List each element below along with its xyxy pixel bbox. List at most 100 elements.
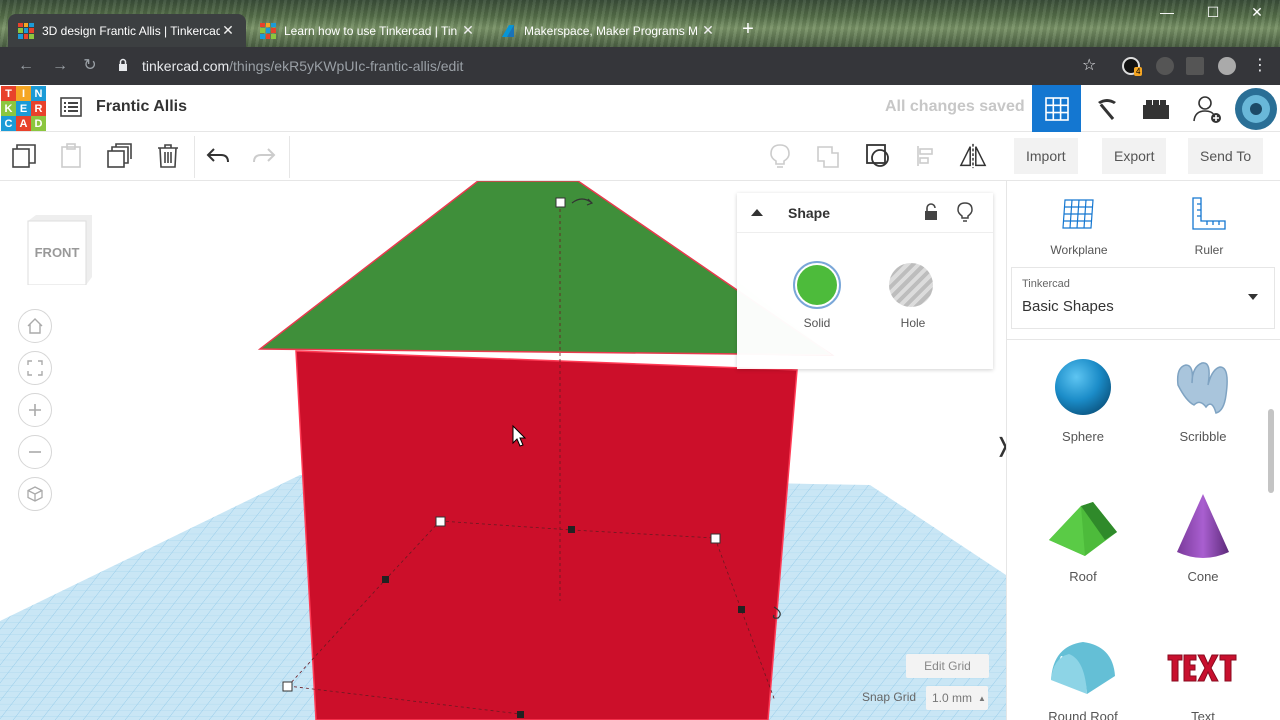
shape-sphere[interactable]: Sphere bbox=[1033, 345, 1133, 444]
close-tab-icon[interactable]: ✕ bbox=[460, 22, 476, 39]
minus-icon bbox=[29, 451, 41, 453]
import-button[interactable]: Import bbox=[1014, 138, 1078, 174]
lightbulb-icon[interactable] bbox=[957, 202, 973, 222]
shape-label: Scribble bbox=[1179, 429, 1227, 444]
close-tab-icon[interactable]: ✕ bbox=[700, 22, 716, 39]
house-box[interactable] bbox=[295, 350, 798, 720]
ungroup-button[interactable] bbox=[864, 142, 892, 170]
close-window-icon[interactable]: ✕ bbox=[1234, 4, 1280, 26]
ruler-tool[interactable]: Ruler bbox=[1164, 195, 1254, 257]
resize-handle[interactable] bbox=[555, 197, 566, 208]
hole-swatch[interactable] bbox=[889, 263, 933, 307]
shape-cone[interactable]: Cone bbox=[1153, 485, 1253, 584]
fit-view-button[interactable] bbox=[18, 351, 52, 385]
browser-menu-icon[interactable]: ⋮ bbox=[1248, 55, 1272, 79]
url-field[interactable]: tinkercad.com/things/ekR5yKWpUIc-frantic… bbox=[110, 52, 1110, 80]
reload-icon[interactable]: ↻ bbox=[78, 55, 102, 79]
browser-tab[interactable]: Makerspace, Maker Programs M ✕ bbox=[490, 14, 726, 47]
workplane-icon bbox=[1062, 199, 1094, 229]
forward-icon[interactable]: → bbox=[48, 55, 72, 79]
edit-toolbar: Import Export Send To bbox=[0, 132, 1280, 181]
resize-handle[interactable] bbox=[282, 681, 293, 692]
panel-scrollbar[interactable] bbox=[1268, 409, 1274, 493]
home-view-button[interactable] bbox=[18, 309, 52, 343]
maximize-icon[interactable]: ☐ bbox=[1190, 4, 1236, 26]
align-button[interactable] bbox=[913, 142, 941, 170]
resize-handle[interactable] bbox=[517, 711, 524, 718]
lock-icon[interactable] bbox=[923, 203, 939, 221]
group-icon bbox=[817, 146, 839, 168]
cast-icon[interactable] bbox=[1186, 57, 1204, 75]
logo-letter: N bbox=[31, 86, 46, 101]
edit-grid-button[interactable]: Edit Grid bbox=[906, 654, 989, 678]
invite-user-button[interactable] bbox=[1182, 85, 1231, 132]
browser-tab[interactable]: Learn how to use Tinkercad | Tin ✕ bbox=[250, 14, 486, 47]
shapes-panel: Workplane Ruler Tinkercad Basic Shapes S… bbox=[1006, 181, 1280, 720]
resize-handle[interactable] bbox=[738, 606, 745, 613]
paste-button[interactable] bbox=[57, 142, 85, 170]
scribble-icon bbox=[1176, 362, 1228, 414]
group-button[interactable] bbox=[815, 142, 843, 170]
close-tab-icon[interactable]: ✕ bbox=[220, 22, 236, 39]
solid-color-swatch[interactable] bbox=[793, 261, 841, 309]
logo-letter: E bbox=[16, 101, 31, 116]
duplicate-button[interactable] bbox=[105, 142, 133, 170]
design-title[interactable]: Frantic Allis bbox=[96, 98, 187, 116]
resize-handle[interactable] bbox=[382, 576, 389, 583]
redo-button[interactable] bbox=[250, 142, 278, 170]
back-icon[interactable]: ← bbox=[14, 55, 38, 79]
workplane-viewport[interactable]: FRONT Shape Solid Hole Edit Grid Snap Gr… bbox=[0, 181, 1006, 720]
cone-icon bbox=[1177, 494, 1229, 558]
blocks-view-button[interactable] bbox=[1082, 85, 1131, 132]
notes-button[interactable] bbox=[766, 142, 794, 170]
avatar-icon bbox=[1235, 87, 1277, 130]
library-name: Basic Shapes bbox=[1022, 298, 1114, 315]
collapse-inspector-icon[interactable] bbox=[749, 204, 765, 220]
profile-avatar[interactable] bbox=[1218, 57, 1236, 75]
bookmark-star-icon[interactable]: ☆ bbox=[1082, 55, 1096, 75]
copy-button[interactable] bbox=[10, 142, 38, 170]
send-to-button[interactable]: Send To bbox=[1188, 138, 1264, 174]
extension-badge: 4 bbox=[1134, 67, 1143, 76]
delete-button[interactable] bbox=[154, 142, 182, 170]
workplane-tool[interactable]: Workplane bbox=[1034, 195, 1124, 257]
new-tab-button[interactable]: + bbox=[736, 18, 760, 42]
tinkercad-logo[interactable]: T I N K E R C A D bbox=[1, 86, 46, 131]
save-status: All changes saved bbox=[885, 98, 1025, 115]
text-shape-icon bbox=[1167, 654, 1237, 682]
zoom-out-button[interactable] bbox=[18, 435, 52, 469]
logo-letter: I bbox=[16, 86, 31, 101]
resize-handle[interactable] bbox=[435, 516, 446, 527]
shape-text[interactable]: Text bbox=[1153, 625, 1253, 720]
undo-button[interactable] bbox=[204, 142, 232, 170]
export-button[interactable]: Export bbox=[1102, 138, 1167, 174]
shape-roof[interactable]: Roof bbox=[1033, 485, 1133, 584]
shape-scribble[interactable]: Scribble bbox=[1153, 345, 1253, 444]
plus-icon bbox=[29, 404, 41, 416]
mirror-button[interactable] bbox=[959, 142, 987, 170]
redo-icon bbox=[253, 148, 276, 163]
resize-handle[interactable] bbox=[568, 526, 575, 533]
shape-library-select[interactable]: Tinkercad Basic Shapes bbox=[1011, 267, 1275, 329]
copy-icon bbox=[12, 144, 36, 168]
zoom-in-button[interactable] bbox=[18, 393, 52, 427]
perspective-button[interactable] bbox=[18, 477, 52, 511]
browser-tab-active[interactable]: 3D design Frantic Allis | Tinkercad ✕ bbox=[8, 14, 246, 47]
snap-grid-select[interactable]: 1.0 mm ▲ bbox=[926, 686, 988, 710]
bricks-view-button[interactable] bbox=[1131, 85, 1180, 132]
collapse-panel-arrow-icon[interactable]: ❭ bbox=[994, 433, 1006, 467]
user-avatar[interactable] bbox=[1232, 85, 1280, 132]
extension-icon[interactable]: 4 bbox=[1122, 57, 1143, 76]
view-cube[interactable]: FRONT bbox=[26, 213, 92, 285]
design-list-icon[interactable] bbox=[60, 97, 82, 117]
workplane-label: Workplane bbox=[1050, 243, 1108, 257]
resize-handle[interactable] bbox=[710, 533, 721, 544]
shape-round-roof[interactable]: Round Roof bbox=[1033, 625, 1133, 720]
hole-label: Hole bbox=[900, 316, 926, 330]
logo-letter: D bbox=[31, 116, 46, 131]
autodesk-favicon-icon bbox=[500, 23, 516, 39]
lightbulb-icon bbox=[770, 144, 790, 168]
extension-icon[interactable] bbox=[1156, 57, 1174, 75]
3d-view-button[interactable] bbox=[1032, 85, 1081, 132]
minimize-icon[interactable]: — bbox=[1144, 4, 1190, 26]
